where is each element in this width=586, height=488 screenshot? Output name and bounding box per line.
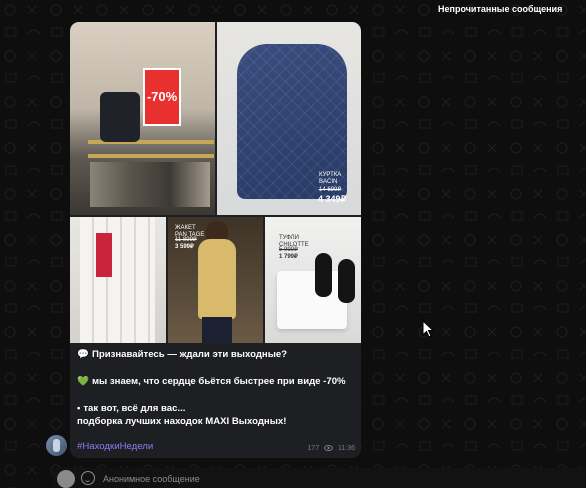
price-tag-new: 4 349₽ [318, 194, 347, 204]
black-coat-shape [100, 92, 140, 142]
shoe-shape [338, 259, 355, 303]
price-tag-name: КУРТКА BACIN [319, 172, 342, 185]
post-line: 💚 мы знаем, что сердце бьётся быстрее при… [77, 376, 346, 387]
post-line: подборка лучших находок MAXI Выходных! [77, 416, 287, 427]
hanging-coats-shape [90, 162, 210, 207]
hashtag-link[interactable]: #НаходкиНедели [77, 441, 153, 452]
post-line: 💬 Признавайтесь — ждали эти выходные? [77, 349, 288, 360]
unread-messages-banner: Непрочитанные сообщения [0, 0, 586, 20]
blazer-shape [198, 239, 236, 319]
shoe-shape [315, 253, 332, 297]
red-tag-shape [96, 233, 112, 277]
green-heart-icon: 💚 [77, 376, 89, 387]
post-meta: 177 11:36 [307, 445, 355, 452]
post-time: 11:36 [338, 445, 355, 452]
photo-sale-rack[interactable]: -70% [70, 22, 215, 215]
message-input[interactable]: Анонимное сообщение [103, 474, 200, 484]
anonymous-avatar[interactable] [57, 470, 75, 488]
bullet-icon: • [77, 403, 81, 414]
jeans-shape [202, 317, 232, 343]
post-line: • так вот, всё для вас... [77, 403, 186, 414]
emoji-icon[interactable] [81, 471, 95, 485]
price-tag-new: 1 799₽ [279, 254, 298, 260]
channel-avatar[interactable] [46, 435, 67, 456]
trousers-shape [80, 217, 155, 343]
display-stand-shape [277, 271, 347, 329]
price-tag-old: 14 699₽ [319, 187, 342, 193]
price-tag-new: 3 599₽ [175, 244, 194, 250]
photo-blazer-mirror[interactable]: ЖАКЕТ PAN TAGE 11 899₽ 3 599₽ [168, 217, 263, 343]
rack-bar [88, 154, 214, 158]
mouse-cursor-icon [422, 320, 434, 338]
photo-quilted-jacket[interactable]: КУРТКА BACIN 14 699₽ 4 349₽ [217, 22, 361, 215]
views-count: 177 [307, 445, 320, 452]
avatar-figure [53, 439, 60, 452]
price-tag-old: 11 899₽ [175, 237, 197, 243]
channel-post-bubble[interactable]: -70% КУРТКА BACIN 14 699₽ 4 349₽ ЖАКЕТ P… [70, 22, 361, 458]
photo-black-flats[interactable]: ТУФЛИ CHILOTTE 5 999₽ 1 799₽ [265, 217, 361, 343]
sale-sign: -70% [143, 68, 181, 126]
price-tag-old: 5 999₽ [279, 247, 298, 253]
speech-bubble-icon: 💬 [77, 349, 89, 360]
photo-white-trousers[interactable] [70, 217, 166, 343]
post-text: 💬 Признавайтесь — ждали эти выходные? 💚 мы… [77, 348, 357, 428]
unread-label: Непрочитанные сообщения [438, 4, 563, 14]
eye-icon [324, 445, 334, 452]
